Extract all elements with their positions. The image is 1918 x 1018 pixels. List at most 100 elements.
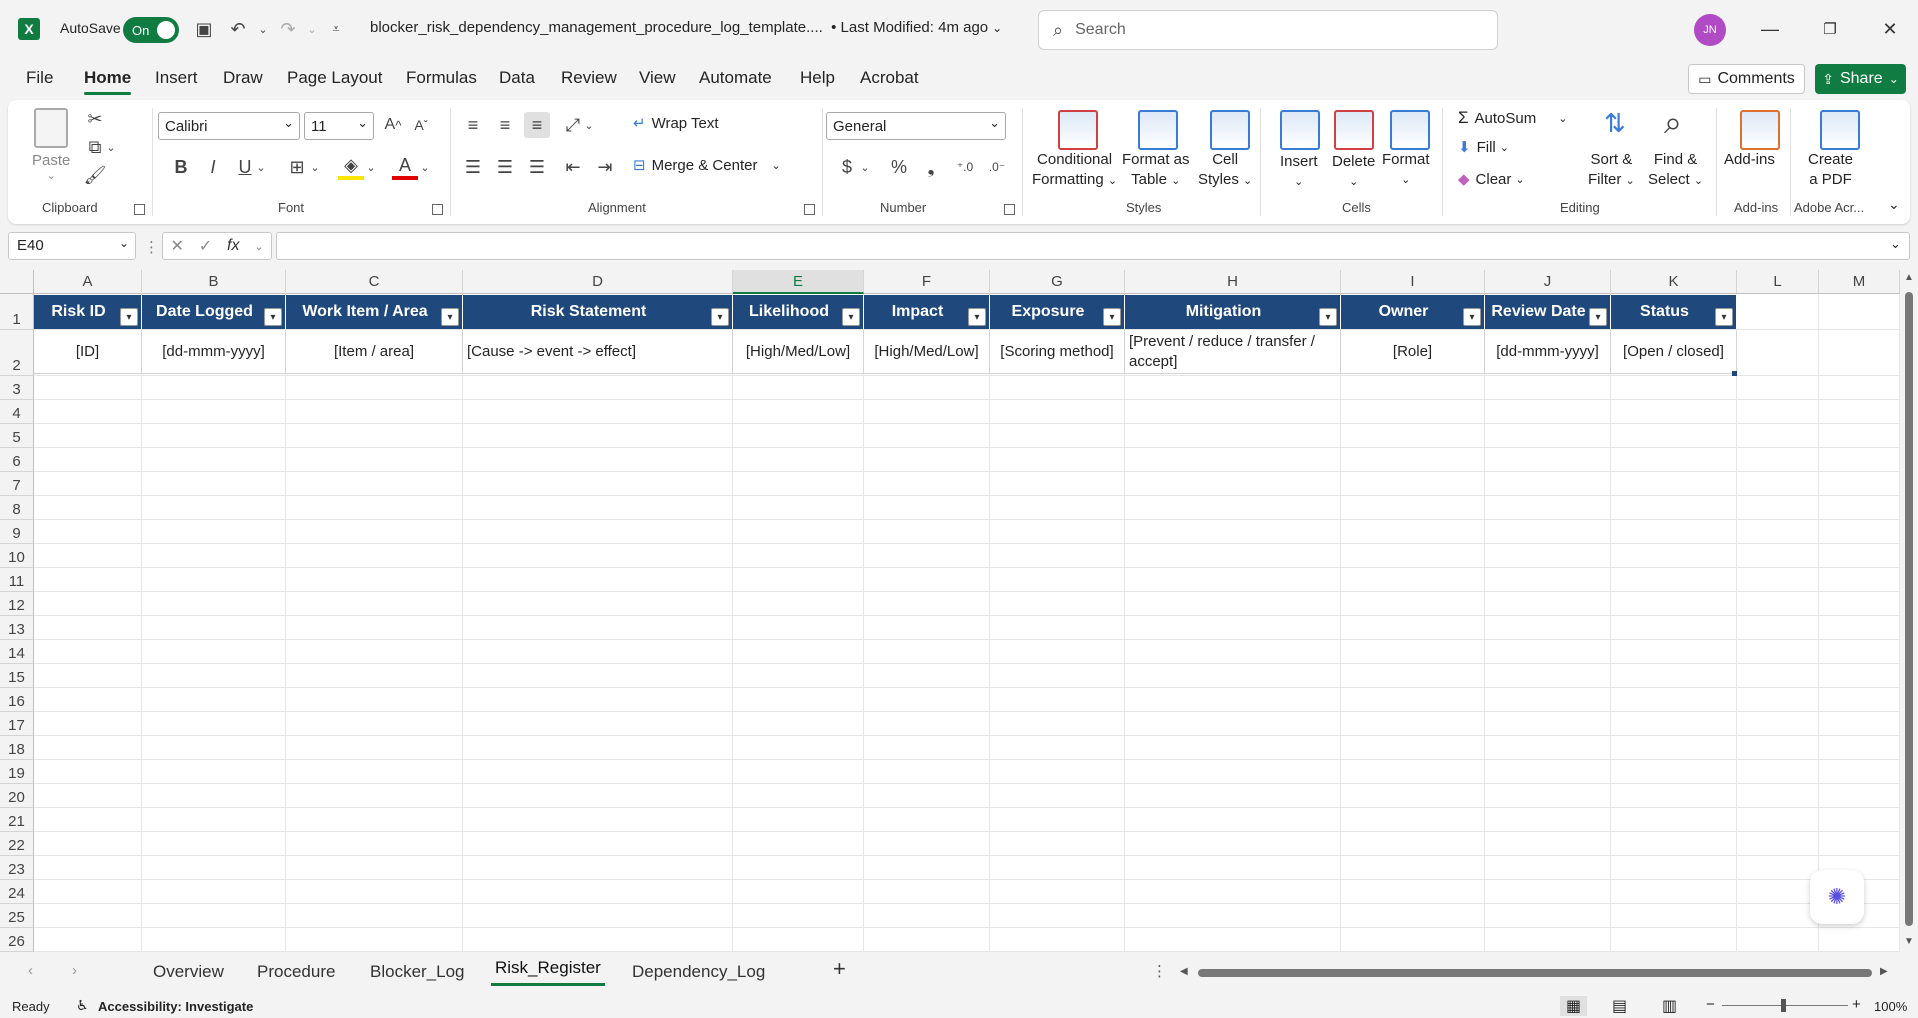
underline-dropdown-icon[interactable]: ⌄ [254,154,268,180]
vertical-scroll-thumb[interactable] [1905,292,1913,926]
collapse-ribbon-icon[interactable]: ⌄ [1888,196,1900,213]
wrap-text-button[interactable]: ↵ Wrap Text [633,114,719,133]
row-header-15[interactable]: 15 [0,664,34,688]
borders-dropdown-icon[interactable]: ⌄ [308,154,322,180]
merge-center-button[interactable]: ⊟ Merge & Center ⌄ [633,156,781,175]
vertical-scrollbar[interactable]: ▲ ▼ [1900,270,1918,952]
row-header-5[interactable]: 5 [0,424,34,448]
insert-function-icon[interactable]: fx [227,237,239,255]
column-header-m[interactable]: M [1819,270,1900,294]
table-header-cell[interactable]: Work Item / Area ▾ [286,295,463,329]
table-header-cell[interactable]: Likelihood ▾ [733,295,864,329]
menu-automate[interactable]: Automate [699,68,772,88]
tab-dependency-log[interactable]: Dependency_Log [632,962,765,982]
tab-overview[interactable]: Overview [153,962,224,982]
copilot-icon[interactable]: ✺ [1810,870,1864,924]
menu-page-layout[interactable]: Page Layout [287,68,382,88]
clear-button[interactable]: ◆ Clear ⌄ [1458,170,1525,189]
table-cell[interactable]: [ID] [34,330,142,374]
scroll-down-icon[interactable]: ▼ [1904,936,1914,947]
column-header-b[interactable]: B [142,270,286,294]
comments-button[interactable]: ▭ Comments [1688,64,1805,94]
zoom-out-icon[interactable]: − [1706,996,1715,1013]
table-header-cell[interactable]: Mitigation ▾ [1125,295,1341,329]
font-size-select[interactable]: 11 [304,112,374,140]
cut-icon[interactable]: ✂ [82,106,108,132]
filter-dropdown-icon[interactable]: ▾ [842,308,860,326]
column-header-g[interactable]: G [990,270,1125,294]
row-header-7[interactable]: 7 [0,472,34,496]
filter-dropdown-icon[interactable]: ▾ [264,308,282,326]
table-header-cell[interactable]: Owner ▾ [1341,295,1485,329]
column-header-f[interactable]: F [864,270,990,294]
table-cell[interactable]: [High/Med/Low] [733,330,864,374]
table-cell[interactable]: [Prevent / reduce / transfer / accept] [1125,330,1341,374]
filter-dropdown-icon[interactable]: ▾ [120,308,138,326]
comma-style-icon[interactable]: ❟ [918,154,944,180]
font-color-icon[interactable]: A [392,154,418,180]
row-header-9[interactable]: 9 [0,520,34,544]
italic-button[interactable]: I [200,154,226,180]
paste-button[interactable]: Paste ⌄ [32,108,70,182]
tab-risk-register[interactable]: Risk_Register [491,958,605,986]
autosave-toggle[interactable]: On [123,17,179,43]
worksheet-grid[interactable]: A B C D E F G H I J K L M 1 2 3 4 5 6 7 8 9 10 11 12 13 14 15 16 17 18… [0,270,1900,952]
column-header-i[interactable]: I [1341,270,1485,294]
menu-file[interactable]: File [26,68,53,88]
decrease-decimal-icon[interactable]: .0⁻ [984,154,1010,180]
table-header-cell[interactable]: Exposure ▾ [990,295,1125,329]
align-left-icon[interactable]: ☰ [460,154,486,180]
alignment-launcher-icon[interactable] [804,204,815,215]
tab-procedure[interactable]: Procedure [257,962,335,982]
tab-options-icon[interactable]: ⋮ [1152,962,1167,980]
row-header-6[interactable]: 6 [0,448,34,472]
format-cells-button[interactable]: Format ⌄ [1382,150,1430,190]
column-header-c[interactable]: C [286,270,463,294]
more-options-icon[interactable]: ⋮ [144,238,159,256]
undo-dropdown-icon[interactable]: ⌄ [251,17,275,41]
row-header-18[interactable]: 18 [0,736,34,760]
create-pdf-button[interactable]: Create a PDF [1808,150,1853,190]
menu-data[interactable]: Data [499,68,535,88]
copy-dropdown-icon[interactable]: ⌄ [104,134,118,160]
formula-input[interactable] [276,232,1910,260]
column-header-j[interactable]: J [1485,270,1611,294]
prev-sheet-icon[interactable]: ‹ [28,962,33,979]
document-title[interactable]: blocker_risk_dependency_management_proce… [370,19,1002,36]
horizontal-scrollbar[interactable]: ◀ ▶ [1180,966,1890,980]
undo-icon[interactable]: ↶ [226,17,250,41]
clipboard-launcher-icon[interactable] [134,204,145,215]
row-header-12[interactable]: 12 [0,592,34,616]
minimize-icon[interactable]: — [1755,14,1785,44]
align-middle-icon[interactable]: ≡ [492,112,518,138]
column-header-d[interactable]: D [463,270,733,294]
row-header-20[interactable]: 20 [0,784,34,808]
table-cell[interactable]: [dd-mmm-yyyy] [142,330,286,374]
number-launcher-icon[interactable] [1004,204,1015,215]
column-header-a[interactable]: A [34,270,142,294]
table-cell[interactable]: [dd-mmm-yyyy] [1485,330,1611,374]
row-header-8[interactable]: 8 [0,496,34,520]
zoom-in-icon[interactable]: + [1852,996,1861,1013]
redo-icon[interactable]: ↷ [276,17,300,41]
fill-button[interactable]: ⬇ Fill ⌄ [1458,138,1509,157]
menu-view[interactable]: View [639,68,676,88]
font-color-dropdown-icon[interactable]: ⌄ [418,154,432,180]
table-cell[interactable]: [Open / closed] [1611,330,1737,374]
row-header-17[interactable]: 17 [0,712,34,736]
filter-dropdown-icon[interactable]: ▾ [1463,308,1481,326]
column-header-k[interactable]: K [1611,270,1737,294]
table-cell[interactable]: [Item / area] [286,330,463,374]
number-format-select[interactable]: General [826,112,1006,140]
menu-acrobat[interactable]: Acrobat [860,68,919,88]
add-sheet-button[interactable]: + [833,956,846,982]
orientation-dropdown-icon[interactable]: ⌄ [582,112,596,138]
decrease-indent-icon[interactable]: ⇤ [560,154,586,180]
expand-formula-icon[interactable]: ⌄ [1890,236,1901,252]
decrease-font-icon[interactable]: Aˇ [408,112,434,138]
autosum-button[interactable]: Σ AutoSum ⌄ [1458,108,1567,128]
filter-dropdown-icon[interactable]: ▾ [1319,308,1337,326]
increase-decimal-icon[interactable]: ⁺.0 [952,154,978,180]
font-name-select[interactable]: Calibri [158,112,300,140]
fill-color-dropdown-icon[interactable]: ⌄ [364,154,378,180]
